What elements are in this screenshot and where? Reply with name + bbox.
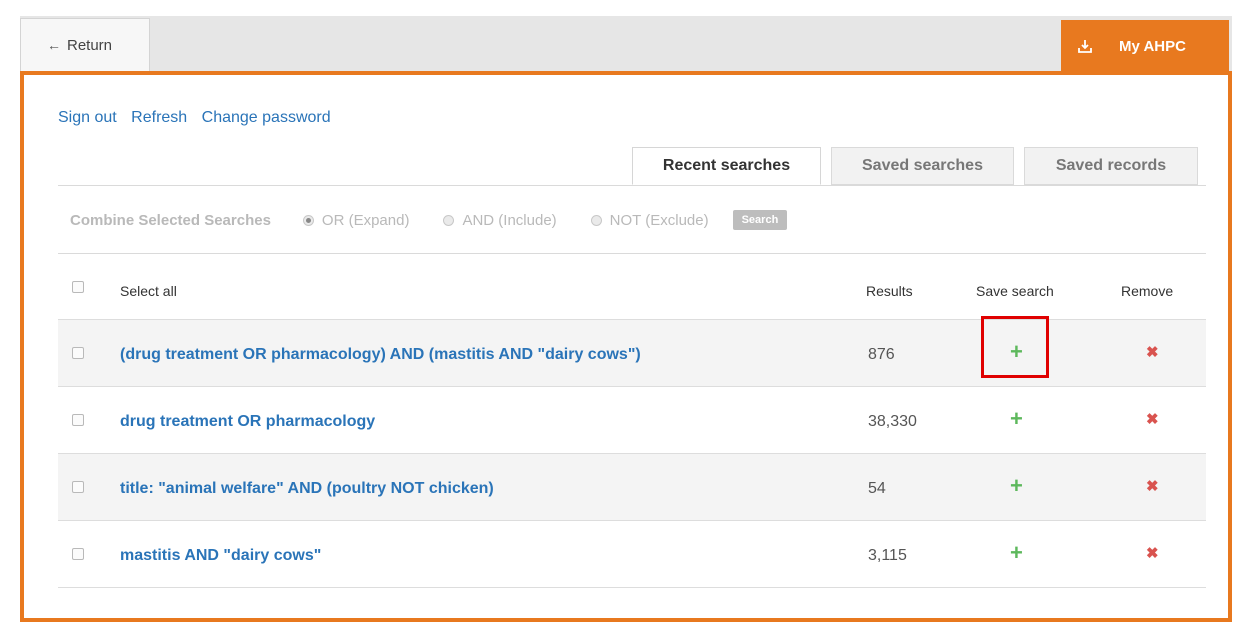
combine-label: Combine Selected Searches [70, 211, 271, 229]
results-count: 3,115 [868, 547, 907, 564]
plus-icon[interactable]: + [1010, 408, 1023, 430]
table-row: drug treatment OR pharmacology 38,330 + … [58, 387, 1206, 454]
search-query-link[interactable]: drug treatment OR pharmacology [120, 413, 375, 431]
my-ahpc-label: My AHPC [1119, 37, 1186, 55]
radio-dot [443, 214, 455, 226]
radio-or[interactable]: OR (Expand) [302, 211, 410, 229]
table-row: title: "animal welfare" AND (poultry NOT… [58, 454, 1206, 521]
return-label: Return [67, 36, 113, 54]
combine-search-button[interactable]: Search [732, 210, 788, 230]
refresh-link[interactable]: Refresh [131, 109, 187, 126]
close-icon[interactable]: ✖ [1146, 412, 1159, 427]
radio-not[interactable]: NOT (Exclude) [590, 211, 709, 229]
change-password-link[interactable]: Change password [202, 109, 331, 126]
row-checkbox[interactable] [72, 414, 84, 426]
row-checkbox[interactable] [72, 548, 84, 560]
radio-and[interactable]: AND (Include) [443, 211, 557, 229]
account-links: Sign out Refresh Change password [58, 109, 341, 127]
tab-saved-searches[interactable]: Saved searches [831, 147, 1014, 185]
search-query-link[interactable]: (drug treatment OR pharmacology) AND (ma… [120, 346, 641, 364]
close-icon[interactable]: ✖ [1146, 345, 1159, 360]
my-ahpc-panel: Sign out Refresh Change password Recent … [20, 71, 1232, 622]
results-count: 38,330 [868, 413, 917, 430]
plus-icon[interactable]: + [1010, 542, 1023, 564]
radio-dot [590, 214, 602, 226]
plus-icon[interactable]: + [1010, 475, 1023, 497]
select-all-checkbox[interactable] [72, 281, 84, 293]
table-row: mastitis AND "dairy cows" 3,115 + ✖ [58, 521, 1206, 588]
tab-recent-searches[interactable]: Recent searches [632, 147, 821, 185]
results-count: 54 [868, 480, 886, 497]
radio-not-label: NOT (Exclude) [609, 211, 709, 229]
search-query-link[interactable]: title: "animal welfare" AND (poultry NOT… [120, 480, 494, 498]
radio-and-label: AND (Include) [462, 211, 557, 229]
row-checkbox[interactable] [72, 347, 84, 359]
download-icon [1061, 39, 1109, 53]
combine-searches-bar: Combine Selected Searches OR (Expand) AN… [70, 209, 788, 231]
table-top-border [58, 253, 1206, 254]
search-query-link[interactable]: mastitis AND "dairy cows" [120, 547, 321, 565]
tab-saved-records[interactable]: Saved records [1024, 147, 1198, 185]
radio-or-label: OR (Expand) [321, 211, 410, 229]
close-icon[interactable]: ✖ [1146, 479, 1159, 494]
annotation-highlight-box [981, 316, 1049, 378]
remove-header: Remove [1121, 283, 1174, 299]
return-button[interactable]: ← Return [20, 18, 150, 71]
my-ahpc-tab[interactable]: My AHPC [1061, 20, 1229, 72]
select-all-label: Select all [120, 283, 177, 299]
close-icon[interactable]: ✖ [1146, 546, 1159, 561]
top-bar [20, 16, 1232, 71]
radio-dot [302, 214, 314, 226]
arrow-left-icon: ← [47, 37, 61, 53]
table-header-row: Select all Results Save search Remove [58, 256, 1206, 320]
sign-out-link[interactable]: Sign out [58, 109, 117, 126]
save-search-header: Save search [976, 283, 1054, 299]
tab-divider [58, 185, 1206, 186]
row-checkbox[interactable] [72, 481, 84, 493]
results-count: 876 [868, 346, 895, 363]
results-header: Results [866, 283, 913, 299]
